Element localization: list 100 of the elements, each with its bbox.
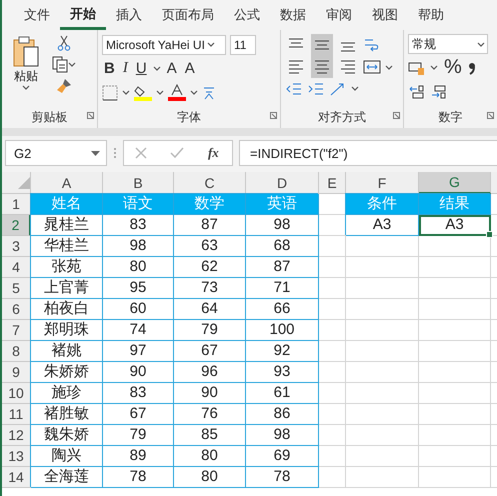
column-header[interactable]: A [31,172,103,194]
caret-icon[interactable] [152,66,161,71]
group-label: 字体 [176,109,202,126]
row-header[interactable]: 13 [2,446,31,467]
paste-button[interactable]: 粘贴 [6,34,46,108]
caret-icon[interactable] [22,85,30,90]
grow-font-button[interactable]: A [164,59,179,78]
column-header[interactable]: G [419,172,491,194]
table-cell: 83 [103,215,174,236]
table-cell: 73 [174,278,246,299]
scissors-icon [57,35,71,51]
ribbon-tab[interactable]: 文件 [14,0,60,30]
launcher-icon[interactable] [87,112,94,119]
ribbon-tab[interactable]: 数据 [270,0,316,30]
insert-function-button[interactable]: fx [206,144,221,162]
column-header[interactable]: C [174,172,246,194]
name-box[interactable]: G2 [5,140,107,166]
row-header[interactable]: 11 [2,404,31,425]
row-header[interactable]: 1 [2,194,31,215]
fill-bucket-icon[interactable] [134,84,152,101]
launcher-icon[interactable] [270,112,277,119]
copy-button[interactable] [50,55,78,74]
underline-button[interactable]: U [134,59,149,78]
alignment-button[interactable] [311,56,333,78]
row-header[interactable]: 12 [2,425,31,446]
launcher-icon[interactable] [487,112,494,119]
font-name-dropdown[interactable]: Microsoft YaHei UI [102,34,226,54]
caret-icon[interactable] [477,42,485,46]
table-cell: 褚胜敏 [31,404,103,425]
row-header[interactable]: 6 [2,299,31,320]
column-header[interactable]: D [246,172,319,194]
ribbon-tab[interactable]: 视图 [362,0,408,30]
font-size-field[interactable]: 11 [230,34,256,54]
brush-icon [56,78,72,94]
caret-icon[interactable] [156,90,164,95]
table-cell: 68 [246,236,319,257]
formula-field[interactable]: =INDIRECT("f2") [239,140,497,166]
column-header[interactable]: E [319,172,346,194]
caret-icon[interactable] [206,42,215,47]
number-format-dropdown[interactable]: 常规 [408,34,488,54]
row-header[interactable]: 9 [2,362,31,383]
caret-icon[interactable] [122,90,130,95]
caret-icon[interactable] [68,62,76,67]
ribbon-tab[interactable]: 帮助 [408,0,454,30]
table-cell: 陶兴 [31,446,103,467]
increase-indent-icon[interactable] [307,80,325,96]
increase-decimal-icon[interactable] [408,84,426,100]
caret-icon[interactable] [190,90,198,95]
caret-icon[interactable] [351,86,359,91]
comma-style-icon[interactable] [468,60,476,74]
table-cell: 71 [246,278,319,299]
row-header[interactable]: 4 [2,257,31,278]
table-cell: 魏朱娇 [31,425,103,446]
table-cell: A3 [346,215,419,236]
ribbon-tab[interactable]: 插入 [106,0,152,30]
merge-cells-icon[interactable] [363,59,381,75]
table-cell: 98 [246,425,319,446]
table-cell: 87 [246,257,319,278]
table-cell: 79 [103,425,174,446]
table-cell: 62 [174,257,246,278]
table-cell: 93 [246,362,319,383]
row-header[interactable]: 14 [2,467,31,488]
wrap-text-icon[interactable] [363,37,381,53]
ribbon-tab[interactable]: 审阅 [316,0,362,30]
column-header[interactable]: B [103,172,174,194]
dropdown-icon[interactable] [91,150,100,156]
shrink-font-button[interactable]: A [182,59,197,78]
alignment-button[interactable] [311,34,333,56]
italic-button[interactable]: I [120,59,130,78]
decrease-indent-icon[interactable] [285,80,303,96]
table-cell: 98 [246,215,319,236]
font-color-icon[interactable] [168,84,186,101]
percent-button[interactable]: % [442,55,464,80]
table-cell: 89 [103,446,174,467]
table-cell: 60 [103,299,174,320]
row-header[interactable]: 8 [2,341,31,362]
caret-icon[interactable] [430,65,438,70]
table-cell: 61 [246,383,319,404]
table-cell: 全海莲 [31,467,103,488]
table-cell: 80 [174,467,246,488]
table-cell: 63 [174,236,246,257]
table-cell: 66 [246,299,319,320]
ribbon-tab[interactable]: 公式 [224,0,270,30]
decrease-decimal-icon[interactable] [430,84,448,100]
caret-icon[interactable] [385,64,393,70]
bold-button[interactable]: B [102,59,117,78]
row-header[interactable]: 10 [2,383,31,404]
fill-handle[interactable] [486,231,493,238]
grip-icon [113,147,117,159]
cut-button[interactable] [55,34,73,52]
row-header[interactable]: 3 [2,236,31,257]
launcher-icon[interactable] [393,112,400,119]
row-header[interactable]: 2 [2,215,31,236]
row-header[interactable]: 7 [2,320,31,341]
row-header[interactable]: 5 [2,278,31,299]
align-middle-icon [315,40,329,50]
border-icon[interactable] [102,84,118,100]
table-cell: 83 [103,383,174,404]
ribbon-tab[interactable]: 页面布局 [152,0,224,30]
column-header[interactable]: F [346,172,419,194]
